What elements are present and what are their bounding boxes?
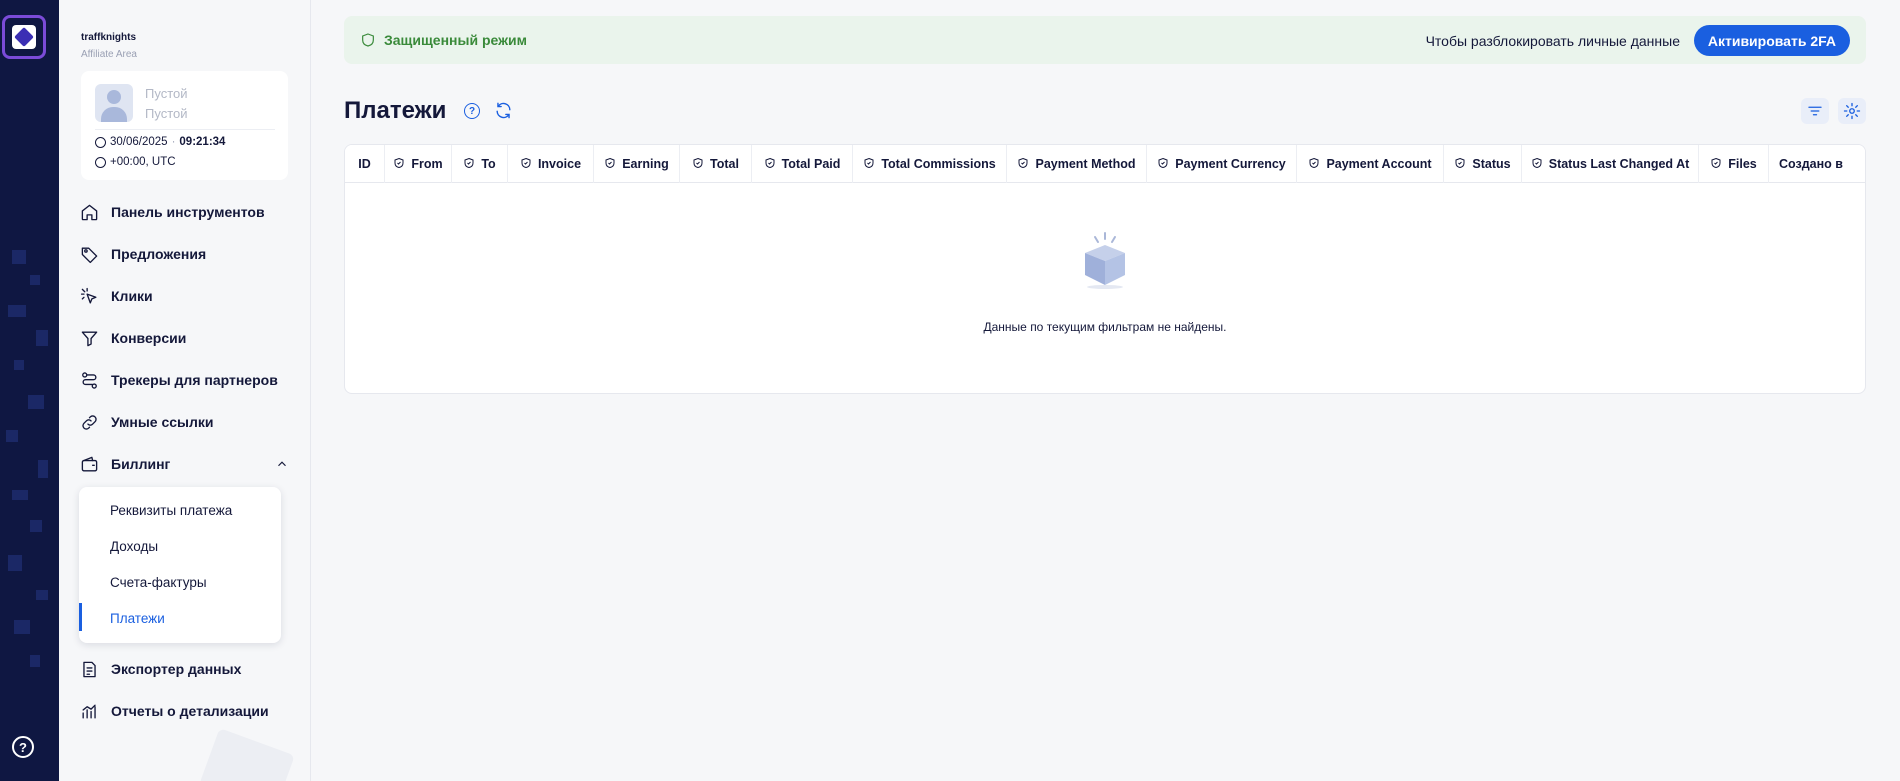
column-header-id[interactable]: ID <box>345 145 385 183</box>
column-header-total-paid[interactable]: Total Paid <box>752 145 853 183</box>
shield-icon <box>1531 157 1543 172</box>
column-header-to[interactable]: To <box>452 145 508 183</box>
banner-title: Защищенный режим <box>384 32 527 48</box>
nav-label: Конверсии <box>111 330 187 346</box>
shield-icon <box>604 157 616 172</box>
brand-subtitle: Affiliate Area <box>81 49 137 60</box>
submenu-item-income[interactable]: Доходы <box>110 539 158 554</box>
help-icon[interactable]: ? <box>12 736 34 758</box>
submenu-item-payments[interactable]: Платежи <box>110 611 165 626</box>
shield-icon <box>463 157 475 172</box>
nav-item-exporter[interactable]: Экспортер данных <box>79 654 289 684</box>
nav-item-conversions[interactable]: Конверсии <box>79 323 289 353</box>
user-timezone-row: +00:00, UTC <box>95 156 176 168</box>
nav-item-dashboard[interactable]: Панель инструментов <box>79 197 289 227</box>
nav-label: Предложения <box>111 246 207 262</box>
column-header-total-commissions[interactable]: Total Commissions <box>853 145 1007 183</box>
shield-icon <box>1017 157 1029 172</box>
submenu-item-invoices[interactable]: Счета-фактуры <box>110 575 207 590</box>
column-header-payment-currency[interactable]: Payment Currency <box>1147 145 1297 183</box>
user-timezone: +00:00, UTC <box>110 156 176 168</box>
nav-item-reports[interactable]: Отчеты о детализации <box>79 696 289 726</box>
nav-label: Клики <box>111 288 153 304</box>
payments-table: ID From To Invoice Earning Total Total P… <box>344 144 1866 394</box>
user-datetime: 30/06/2025 · 09:21:34 <box>95 136 225 148</box>
help-icon[interactable]: ? <box>464 103 480 119</box>
link-icon <box>79 412 99 432</box>
nav-label: Умные ссылки <box>111 414 214 430</box>
empty-state-message: Данные по текущим фильтрам не найдены. <box>983 320 1227 334</box>
globe-icon <box>95 156 106 168</box>
datetime-separator: · <box>171 136 176 148</box>
column-header-from[interactable]: From <box>385 145 452 183</box>
nav-item-trackers[interactable]: Трекеры для партнеров <box>79 365 289 395</box>
user-name: Пустой <box>145 86 188 101</box>
active-indicator <box>79 603 82 631</box>
activate-2fa-button[interactable]: Активировать 2FA <box>1693 25 1850 56</box>
wallet-icon <box>79 454 99 474</box>
column-header-earning[interactable]: Earning <box>594 145 680 183</box>
column-header-payment-method[interactable]: Payment Method <box>1007 145 1147 183</box>
cursor-click-icon <box>79 286 99 306</box>
user-time: 09:21:34 <box>179 136 226 148</box>
filter-icon <box>79 328 99 348</box>
shield-icon <box>764 157 776 172</box>
app-logo[interactable] <box>2 15 46 59</box>
shield-icon <box>1308 157 1320 172</box>
box-icon <box>1085 232 1125 289</box>
column-header-status-last-changed[interactable]: Status Last Changed At <box>1522 145 1699 183</box>
brand-name: traffknights <box>81 32 136 43</box>
nav-label: Экспортер данных <box>111 661 242 677</box>
nav-item-clicks[interactable]: Клики <box>79 281 289 311</box>
shield-icon <box>863 157 875 172</box>
nav-item-smartlinks[interactable]: Умные ссылки <box>79 407 289 437</box>
protected-mode-banner: Защищенный режим Чтобы разблокировать ли… <box>344 16 1866 64</box>
user-date: 30/06/2025 <box>110 136 168 148</box>
app-rail: ? <box>0 0 59 781</box>
nav-label: Трекеры для партнеров <box>111 372 278 388</box>
sidebar: traffknights Affiliate Area Пустой Пусто… <box>59 0 311 781</box>
column-header-payment-account[interactable]: Payment Account <box>1297 145 1444 183</box>
column-header-files[interactable]: Files <box>1699 145 1769 183</box>
nav-label: Панель инструментов <box>111 204 265 220</box>
filter-lines-icon[interactable] <box>1801 98 1829 124</box>
avatar <box>95 84 133 122</box>
billing-submenu: Реквизиты платежа Доходы Счета-фактуры П… <box>79 487 281 643</box>
sidebar-decoration <box>199 728 295 781</box>
user-card[interactable]: Пустой Пустой 30/06/2025 · 09:21:34 +00:… <box>81 71 288 180</box>
nav-item-offers[interactable]: Предложения <box>79 239 289 269</box>
shield-icon <box>520 157 532 172</box>
page-title: Платежи <box>344 97 447 124</box>
home-icon <box>79 202 99 222</box>
shield-icon <box>1454 157 1466 172</box>
shield-icon <box>360 32 376 53</box>
nav-label: Отчеты о детализации <box>111 703 269 719</box>
logo-icon <box>12 25 36 49</box>
tag-icon <box>79 244 99 264</box>
nav-label: Биллинг <box>111 456 171 472</box>
divider <box>95 129 275 130</box>
refresh-icon[interactable] <box>494 101 513 125</box>
chart-icon <box>79 701 99 721</box>
shield-icon <box>1710 157 1722 172</box>
settings-icon[interactable] <box>1838 98 1866 124</box>
clock-icon <box>95 136 106 148</box>
shield-icon <box>393 157 405 172</box>
export-icon <box>79 659 99 679</box>
chevron-up-icon[interactable] <box>275 457 289 474</box>
column-header-status[interactable]: Status <box>1444 145 1522 183</box>
banner-text: Чтобы разблокировать личные данные <box>1425 33 1680 49</box>
submenu-item-payment-details[interactable]: Реквизиты платежа <box>110 503 232 518</box>
column-header-created-at[interactable]: Создано в <box>1769 145 1865 183</box>
route-icon <box>79 370 99 390</box>
column-header-invoice[interactable]: Invoice <box>508 145 594 183</box>
user-role: Пустой <box>145 106 188 121</box>
nav-item-billing[interactable]: Биллинг <box>79 449 289 479</box>
column-header-total[interactable]: Total <box>680 145 752 183</box>
table-header: ID From To Invoice Earning Total Total P… <box>345 145 1865 183</box>
shield-icon <box>692 157 704 172</box>
shield-icon <box>1157 157 1169 172</box>
